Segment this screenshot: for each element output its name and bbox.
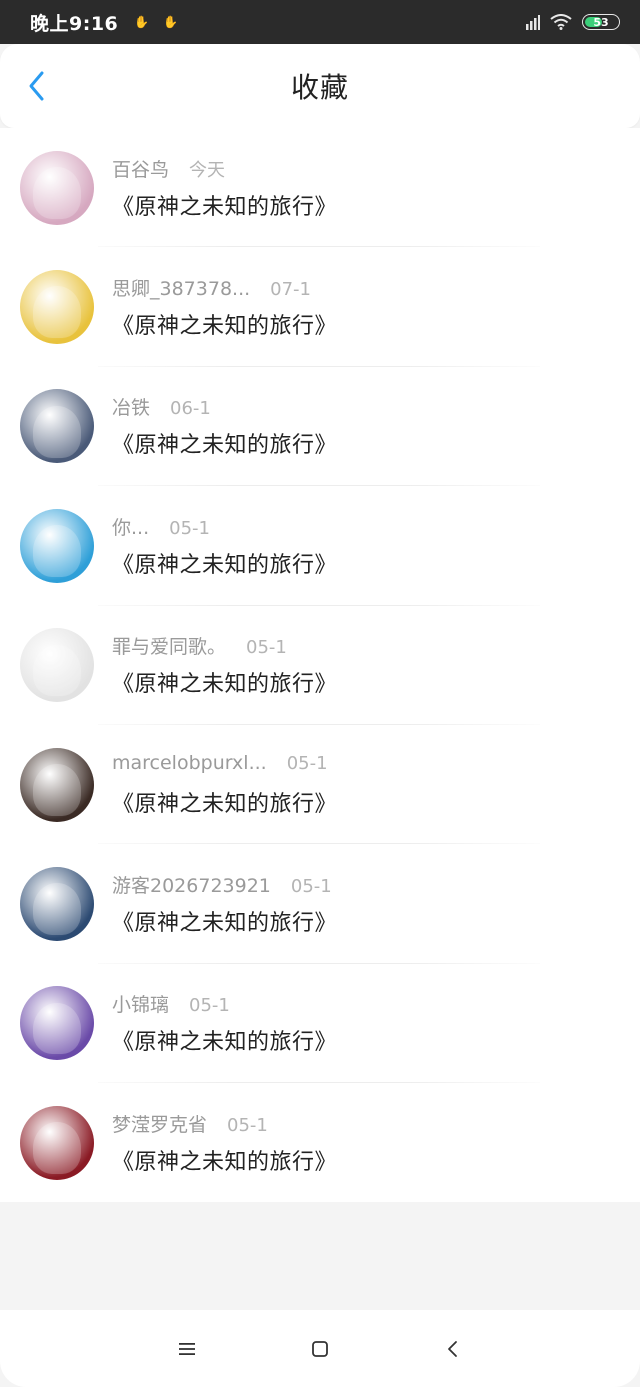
work-title[interactable]: 《原神之未知的旅行》 xyxy=(112,1024,337,1056)
avatar[interactable] xyxy=(20,389,94,464)
home-button[interactable] xyxy=(290,1319,350,1379)
date: 今天 xyxy=(189,159,226,181)
username[interactable]: 百谷鸟 xyxy=(112,155,169,182)
avatar[interactable] xyxy=(20,628,94,703)
avatar[interactable] xyxy=(20,1105,94,1180)
avatar[interactable] xyxy=(20,508,94,583)
list-item[interactable]: 游客2026723921 05-1 《原神之未知的旅行》 xyxy=(0,844,640,964)
username[interactable]: 小锦璃 xyxy=(112,990,169,1017)
username[interactable]: 你... xyxy=(112,513,149,540)
date: 05-1 xyxy=(189,995,230,1017)
notification-icon: ✋ xyxy=(163,15,179,29)
title-bar: 收藏 xyxy=(0,44,640,128)
notification-icon: ✋ xyxy=(134,15,150,29)
system-back-button[interactable] xyxy=(423,1319,483,1379)
item-text: 思卿_387378... 07-1 《原神之未知的旅行》 xyxy=(112,274,337,340)
meta-line: 游客2026723921 05-1 xyxy=(112,871,337,901)
work-title[interactable]: 《原神之未知的旅行》 xyxy=(112,427,337,459)
meta-line: 思卿_387378... 07-1 xyxy=(112,274,337,304)
item-text: 百谷鸟 今天《原神之未知的旅行》 xyxy=(112,155,337,221)
back-arrow-icon xyxy=(448,1340,458,1357)
meta-line: 小锦璃 05-1 xyxy=(112,990,337,1020)
date: 05-1 xyxy=(290,876,332,898)
empty-area xyxy=(0,1202,640,1310)
status-time: 晚上9:16 xyxy=(30,12,119,35)
meta-line: 梦滢罗克省 05-1 xyxy=(112,1110,337,1140)
meta-line: 冶铁 06-1 xyxy=(112,393,337,423)
list-item[interactable]: 梦滢罗克省 05-1 《原神之未知的旅行》 xyxy=(0,1083,640,1202)
wifi-icon xyxy=(550,14,572,30)
page-title: 收藏 xyxy=(290,71,349,104)
avatar[interactable] xyxy=(20,747,94,822)
favorites-list: 百谷鸟 今天 《原神之未知的旅行》 思卿_387378... 07-1 《原神之未知的旅行… xyxy=(0,128,640,1202)
username[interactable]: 罪与爱同歌。 xyxy=(112,632,226,659)
list-item[interactable]: 冶铁 06-1 《原神之未知的旅行》 xyxy=(0,367,640,487)
date: 05-1 xyxy=(169,517,210,539)
chevron-left-icon xyxy=(29,71,44,101)
work-title[interactable]: 《原神之未知的旅行》 xyxy=(112,666,337,698)
list-item[interactable]: 百谷鸟 今天《原神之未知的旅行》 xyxy=(0,128,640,248)
battery-icon: 53 xyxy=(582,14,620,30)
avatar[interactable] xyxy=(20,270,94,345)
avatar[interactable] xyxy=(20,150,94,225)
work-title[interactable]: 《原神之未知的旅行》 xyxy=(112,905,337,937)
list-item[interactable]: marcelobpurxl... 05-1 《原神之未知的旅行》 xyxy=(0,725,640,845)
meta-line: 你... 05-1 xyxy=(112,513,337,543)
meta-line: marcelobpurxl... 05-1 xyxy=(112,752,337,782)
item-text: 你... 05-1 《原神之未知的旅行》 xyxy=(112,513,337,579)
meta-line: 罪与爱同歌。 05-1 xyxy=(112,632,337,662)
status-bar: 晚上9:16 ✋ ✋ 53 xyxy=(0,0,640,44)
system-nav-bar xyxy=(0,1310,640,1387)
item-text: 罪与爱同歌。 05-1 《原神之未知的旅行》 xyxy=(112,632,337,698)
date: 05-1 xyxy=(286,752,328,774)
list-item[interactable]: 罪与爱同歌。 05-1 《原神之未知的旅行》 xyxy=(0,606,640,725)
status-right-icons: 53 xyxy=(516,14,620,30)
work-title[interactable]: 《原神之未知的旅行》 xyxy=(112,1144,337,1176)
menu-button[interactable] xyxy=(157,1319,217,1379)
work-title[interactable]: 《原神之未知的旅行》 xyxy=(112,786,337,818)
username[interactable]: 梦滢罗克省 xyxy=(112,1110,207,1137)
avatar[interactable] xyxy=(20,986,94,1061)
avatar[interactable] xyxy=(20,867,94,942)
item-text: 游客2026723921 05-1 《原神之未知的旅行》 xyxy=(112,871,337,937)
item-text: 冶铁 06-1 《原神之未知的旅行》 xyxy=(112,393,337,459)
list-item[interactable]: 小锦璃 05-1 《原神之未知的旅行》 xyxy=(0,964,640,1084)
menu-icon xyxy=(178,1342,195,1355)
username[interactable]: marcelobpurxl... xyxy=(112,752,267,774)
work-title[interactable]: 《原神之未知的旅行》 xyxy=(112,308,337,340)
username[interactable]: 游客2026723921 xyxy=(112,871,271,898)
date: 07-1 xyxy=(270,279,312,301)
username[interactable]: 冶铁 xyxy=(112,393,150,420)
item-text: 小锦璃 05-1 《原神之未知的旅行》 xyxy=(112,990,337,1056)
date: 06-1 xyxy=(170,398,211,420)
date: 05-1 xyxy=(246,637,287,659)
battery-level: 53 xyxy=(593,15,609,29)
status-notification-icons: ✋ ✋ xyxy=(134,15,178,29)
home-square-icon xyxy=(312,1340,328,1357)
date: 05-1 xyxy=(227,1114,268,1136)
back-button[interactable] xyxy=(18,66,54,106)
list-item[interactable]: 思卿_387378... 07-1 《原神之未知的旅行》 xyxy=(0,247,640,367)
username[interactable]: 思卿_387378... xyxy=(112,274,250,301)
work-title[interactable]: 《原神之未知的旅行》 xyxy=(112,189,337,221)
list-item[interactable]: 你... 05-1 《原神之未知的旅行》 xyxy=(0,486,640,606)
item-text: marcelobpurxl... 05-1 《原神之未知的旅行》 xyxy=(112,752,337,818)
work-title[interactable]: 《原神之未知的旅行》 xyxy=(112,547,337,579)
signal-icon xyxy=(526,15,540,30)
meta-line: 百谷鸟 今天 xyxy=(112,155,337,185)
item-text: 梦滢罗克省 05-1 《原神之未知的旅行》 xyxy=(112,1110,337,1176)
